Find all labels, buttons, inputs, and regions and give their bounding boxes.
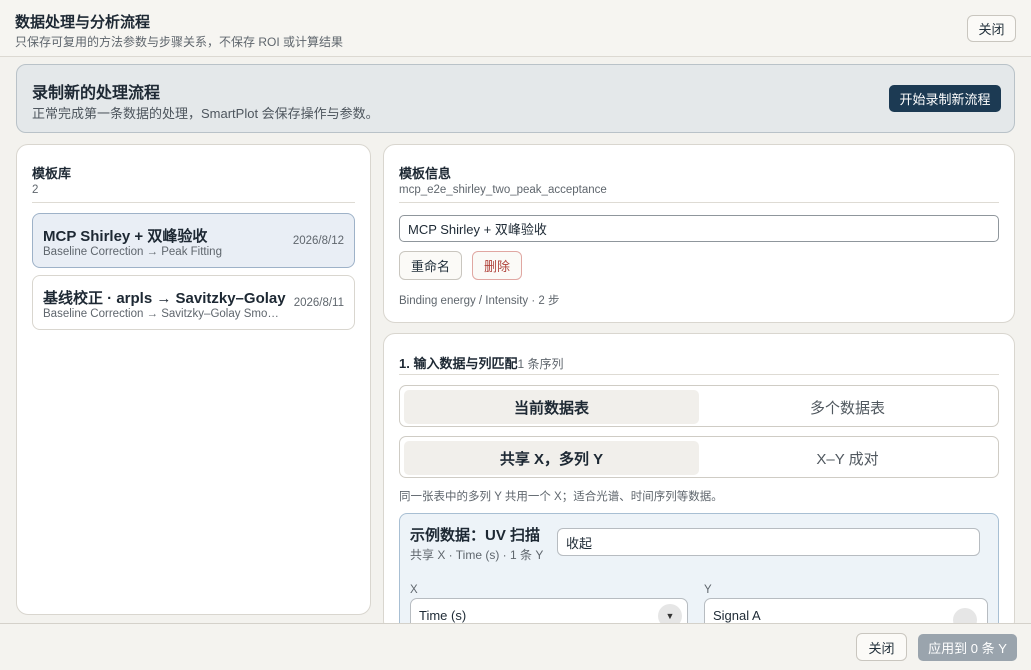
library-count: 2 [32,184,39,196]
dialog-subtitle: 只保存可复用的方法参数与步骤关系，不保存 ROI 或计算结果 [15,35,344,49]
banner-subtitle: 正常完成第一条数据的处理，SmartPlot 会保存操作与参数。 [32,106,379,121]
y-column-label: Y [704,584,712,596]
template-info-panel: 模板信息 mcp_e2e_shirley_two_peak_acceptance… [383,144,1015,323]
series-count: 1 条序列 [517,357,564,371]
sample-subtitle: 共享 X · Time (s) · 1 条 Y [410,548,544,562]
y-column-value: Signal A [713,608,761,623]
template-card[interactable]: MCP Shirley + 双峰验收 Baseline Correction →… [32,213,355,268]
library-title: 模板库 [32,166,72,181]
tab-multiple-tables[interactable]: 多个数据表 [700,390,995,424]
x-column-label: X [410,584,418,596]
step1-panel: 1. 输入数据与列匹配1 条序列 当前数据表 多个数据表 共享 X，多列 Y X… [383,333,1015,633]
data-source-toggle: 当前数据表 多个数据表 [399,385,999,427]
template-name: 基线校正 · arpls → Savitzky–Golay [43,290,286,307]
mode-hint: 同一张表中的多列 Y 共用一个 X；适合光谱、时间序列等数据。 [399,491,723,503]
tab-xy-pairs[interactable]: X–Y 成对 [700,441,995,475]
delete-button[interactable]: 删除 [472,251,522,280]
column-mode-toggle: 共享 X，多列 Y X–Y 成对 [399,436,999,478]
template-name-input[interactable]: MCP Shirley + 双峰验收 [399,215,999,242]
sample-data-card: 示例数据：UV 扫描 共享 X · Time (s) · 1 条 Y 收起 X … [399,513,999,632]
template-name: MCP Shirley + 双峰验收 [43,228,208,245]
sample-title: 示例数据：UV 扫描 [410,527,541,544]
template-steps: Baseline Correction → Peak Fitting [43,246,222,258]
step1-title: 1. 输入数据与列匹配1 条序列 [399,353,563,372]
library-divider [32,202,355,203]
template-date: 2026/8/11 [293,297,344,309]
template-card[interactable]: 基线校正 · arpls → Savitzky–Golay Baseline C… [32,275,355,330]
template-library-panel: 模板库 2 MCP Shirley + 双峰验收 Baseline Correc… [16,144,371,615]
dialog-footer: 关闭 应用到 0 条 Y [0,623,1031,670]
info-title: 模板信息 [399,166,452,181]
tab-current-table[interactable]: 当前数据表 [404,390,699,424]
apply-button[interactable]: 应用到 0 条 Y [918,634,1017,661]
template-date: 2026/8/12 [292,235,344,247]
step1-title-text: 1. 输入数据与列匹配 [399,356,518,371]
dialog-header: 数据处理与分析流程 只保存可复用的方法参数与步骤关系，不保存 ROI 或计算结果… [0,0,1031,57]
dialog-title: 数据处理与分析流程 [15,14,151,31]
info-divider [399,202,999,203]
start-recording-button[interactable]: 开始录制新流程 [889,85,1001,112]
template-id: mcp_e2e_shirley_two_peak_acceptance [399,184,607,196]
x-column-value: Time (s) [419,608,467,623]
record-banner: 录制新的处理流程 正常完成第一条数据的处理，SmartPlot 会保存操作与参数… [16,64,1015,133]
tab-shared-x[interactable]: 共享 X，多列 Y [404,441,699,475]
template-steps: Baseline Correction → Savitzky–Golay Smo… [43,308,283,320]
banner-title: 录制新的处理流程 [32,85,161,102]
footer-close-button[interactable]: 关闭 [856,633,907,661]
step1-divider [399,374,999,375]
template-meta: Binding energy / Intensity · 2 步 [399,295,560,307]
header-close-button[interactable]: 关闭 [967,15,1016,42]
rename-button[interactable]: 重命名 [399,251,462,280]
collapse-field[interactable]: 收起 [557,528,980,556]
